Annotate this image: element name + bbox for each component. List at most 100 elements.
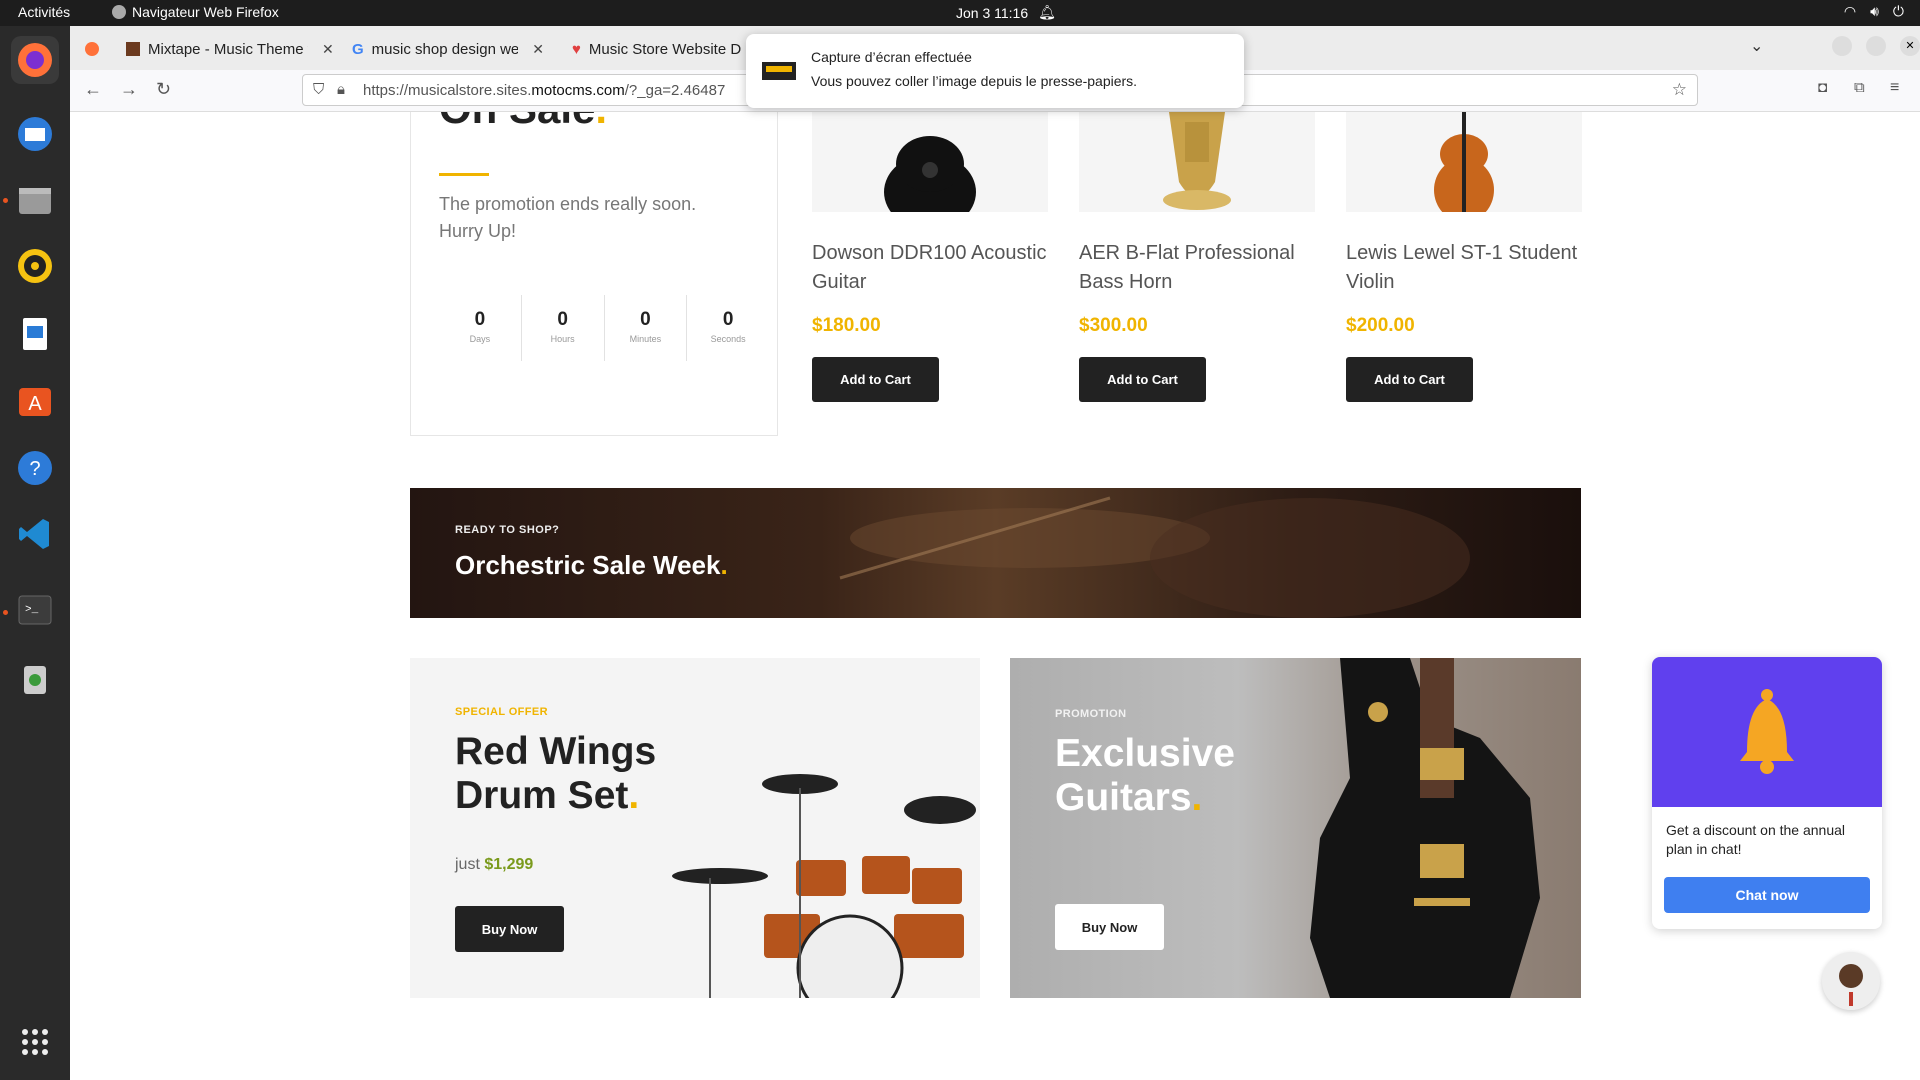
shield-icon: ⛉ [313, 81, 325, 98]
firefox-view-button[interactable] [74, 32, 110, 66]
countdown-label: Seconds [710, 334, 746, 344]
promo-title: Red Wings Drum Set. [455, 730, 657, 817]
product-image[interactable] [1079, 112, 1315, 212]
add-to-cart-button[interactable]: Add to Cart [812, 357, 939, 402]
firefox-icon [18, 43, 52, 77]
banner-kicker: READY TO SHOP? [455, 524, 560, 536]
back-arrow-icon[interactable]: ← [84, 79, 102, 100]
url-text: https://musicalstore.sites.motocms.com/?… [363, 82, 725, 99]
on-sale-card: On Sale. The promotion ends really soon.… [410, 112, 778, 436]
dock-files[interactable] [11, 176, 59, 224]
url-domain: motocms.com [531, 82, 625, 99]
sale-text: The promotion ends really soon. Hurry Up… [439, 194, 697, 241]
firefox-icon [85, 42, 99, 56]
bell-icon: 🔔︎ [1038, 4, 1056, 20]
svg-text:>_: >_ [25, 604, 39, 616]
clock[interactable]: Jon 3 11:16 🔔︎ [956, 4, 1056, 21]
add-to-cart-button[interactable]: Add to Cart [1079, 357, 1206, 402]
chat-promo-text: Get a discount on the annual plan in cha… [1666, 822, 1846, 857]
product-price: $200.00 [1346, 315, 1415, 336]
product-name[interactable]: Lewis Lewel ST-1 Student Violin [1346, 239, 1582, 297]
countdown-value: 0 [474, 309, 486, 330]
svg-text:A: A [28, 393, 42, 415]
tab-mixtape[interactable]: Mixtape - Music Theme f ✕ [116, 32, 354, 66]
promo-kicker: SPECIAL OFFER [455, 706, 549, 718]
reload-icon[interactable]: ↻ [156, 79, 171, 100]
app-menu[interactable]: Navigateur Web Firefox [112, 4, 279, 20]
countdown-hours: 0 Hours [522, 295, 605, 361]
sale-title-text: On Sale [439, 112, 595, 132]
tab-google[interactable]: G music shop design web - ✕ [342, 32, 554, 66]
power-icon: ⏻ [1892, 3, 1904, 19]
document-icon [23, 318, 47, 350]
bookmark-star-icon[interactable]: ☆ [1672, 80, 1687, 100]
countdown-label: Days [469, 334, 491, 344]
dock-help[interactable]: ? [11, 444, 59, 492]
dock-software[interactable]: A [11, 376, 59, 424]
system-tray[interactable]: ◠ 🔊︎ ⏻ [1844, 3, 1904, 20]
pocket-icon[interactable]: ◘ [1818, 79, 1827, 96]
software-store-icon: A [19, 388, 51, 416]
close-tab-icon[interactable]: ✕ [322, 41, 334, 58]
screenshot-notification[interactable]: Capture d’écran effectuée Vous pouvez co… [746, 34, 1244, 108]
countdown-value: 0 [722, 309, 734, 330]
maximize-button[interactable] [1866, 36, 1886, 56]
forward-arrow-icon[interactable]: → [120, 79, 138, 100]
price-value: $1,299 [484, 856, 534, 873]
product-image[interactable] [1346, 112, 1582, 212]
promo-price: just $1,299 [455, 856, 533, 874]
title-underline [439, 173, 489, 176]
product-name[interactable]: Dowson DDR100 Acoustic Guitar [812, 239, 1048, 297]
orchestric-sale-banner[interactable]: READY TO SHOP? Orchestric Sale Week. [410, 488, 1581, 618]
countdown-label: Minutes [629, 334, 662, 344]
dock-writer[interactable] [11, 310, 59, 358]
dock-vscode[interactable] [11, 510, 59, 558]
dock-thunderbird[interactable] [11, 110, 59, 158]
minimize-button[interactable] [1832, 36, 1852, 56]
screenshot-thumbnail-icon [762, 62, 796, 80]
chat-now-button[interactable]: Chat now [1664, 877, 1870, 913]
promo-title: Exclusive Guitars. [1055, 732, 1235, 819]
close-tab-icon[interactable]: ✕ [532, 41, 544, 58]
dock-terminal[interactable]: >_ [11, 586, 59, 634]
google-icon: G [352, 40, 364, 58]
activities-button[interactable]: Activités [18, 4, 70, 20]
dock: A ? >_ [0, 26, 70, 1080]
countdown-minutes: 0 Minutes [605, 295, 688, 361]
product-card: AER B-Flat Professional Bass Horn $300.0… [1079, 112, 1315, 402]
volume-icon: 🔊︎ [1870, 3, 1879, 19]
heart-icon: ♥ [572, 40, 581, 58]
product-image[interactable] [812, 112, 1048, 212]
clock-label: Jon 3 11:16 [956, 4, 1029, 21]
banner-title-text: Orchestric Sale Week [455, 550, 721, 580]
violin-image [1434, 112, 1494, 212]
exclusive-guitars-promo[interactable]: PROMOTION Exclusive Guitars. Buy Now [1010, 658, 1581, 998]
drum-set-promo[interactable]: SPECIAL OFFER Red Wings Drum Set. just $… [410, 658, 980, 998]
thunderbird-icon [18, 117, 52, 151]
buy-now-button[interactable]: Buy Now [1055, 904, 1164, 950]
dock-rhythmbox[interactable] [11, 242, 59, 290]
list-tabs-chevron-down-icon[interactable]: ⌄ [1750, 36, 1763, 56]
tab-favicon-icon [126, 42, 140, 56]
promo-kicker: PROMOTION [1055, 708, 1127, 720]
dock-firefox[interactable] [11, 36, 59, 84]
trash-icon [24, 666, 46, 694]
tab-label: Music Store Website D [588, 40, 742, 58]
countdown-label: Hours [550, 334, 575, 344]
product-name[interactable]: AER B-Flat Professional Bass Horn [1079, 239, 1315, 297]
price-prefix: just [455, 856, 480, 873]
add-to-cart-button[interactable]: Add to Cart [1346, 357, 1473, 402]
menu-icon[interactable]: ≡ [1890, 79, 1899, 97]
buy-now-button[interactable]: Buy Now [455, 906, 564, 952]
promo-title-text: Exclusive Guitars [1055, 732, 1235, 819]
app-menu-label: Navigateur Web Firefox [132, 4, 279, 20]
chat-agent-avatar[interactable] [1822, 952, 1880, 1010]
close-window-button[interactable]: ✕ [1900, 36, 1920, 56]
dock-trash[interactable] [11, 654, 59, 702]
url-prefix: https://musicalstore.sites. [363, 82, 532, 99]
countdown-value: 0 [557, 309, 568, 330]
chat-promo-card: Get a discount on the annual plan in cha… [1652, 657, 1882, 929]
web-page: On Sale. The promotion ends really soon.… [70, 112, 1920, 1080]
extensions-icon[interactable]: ⧉ [1854, 79, 1865, 96]
show-apps-button[interactable] [11, 1018, 59, 1066]
